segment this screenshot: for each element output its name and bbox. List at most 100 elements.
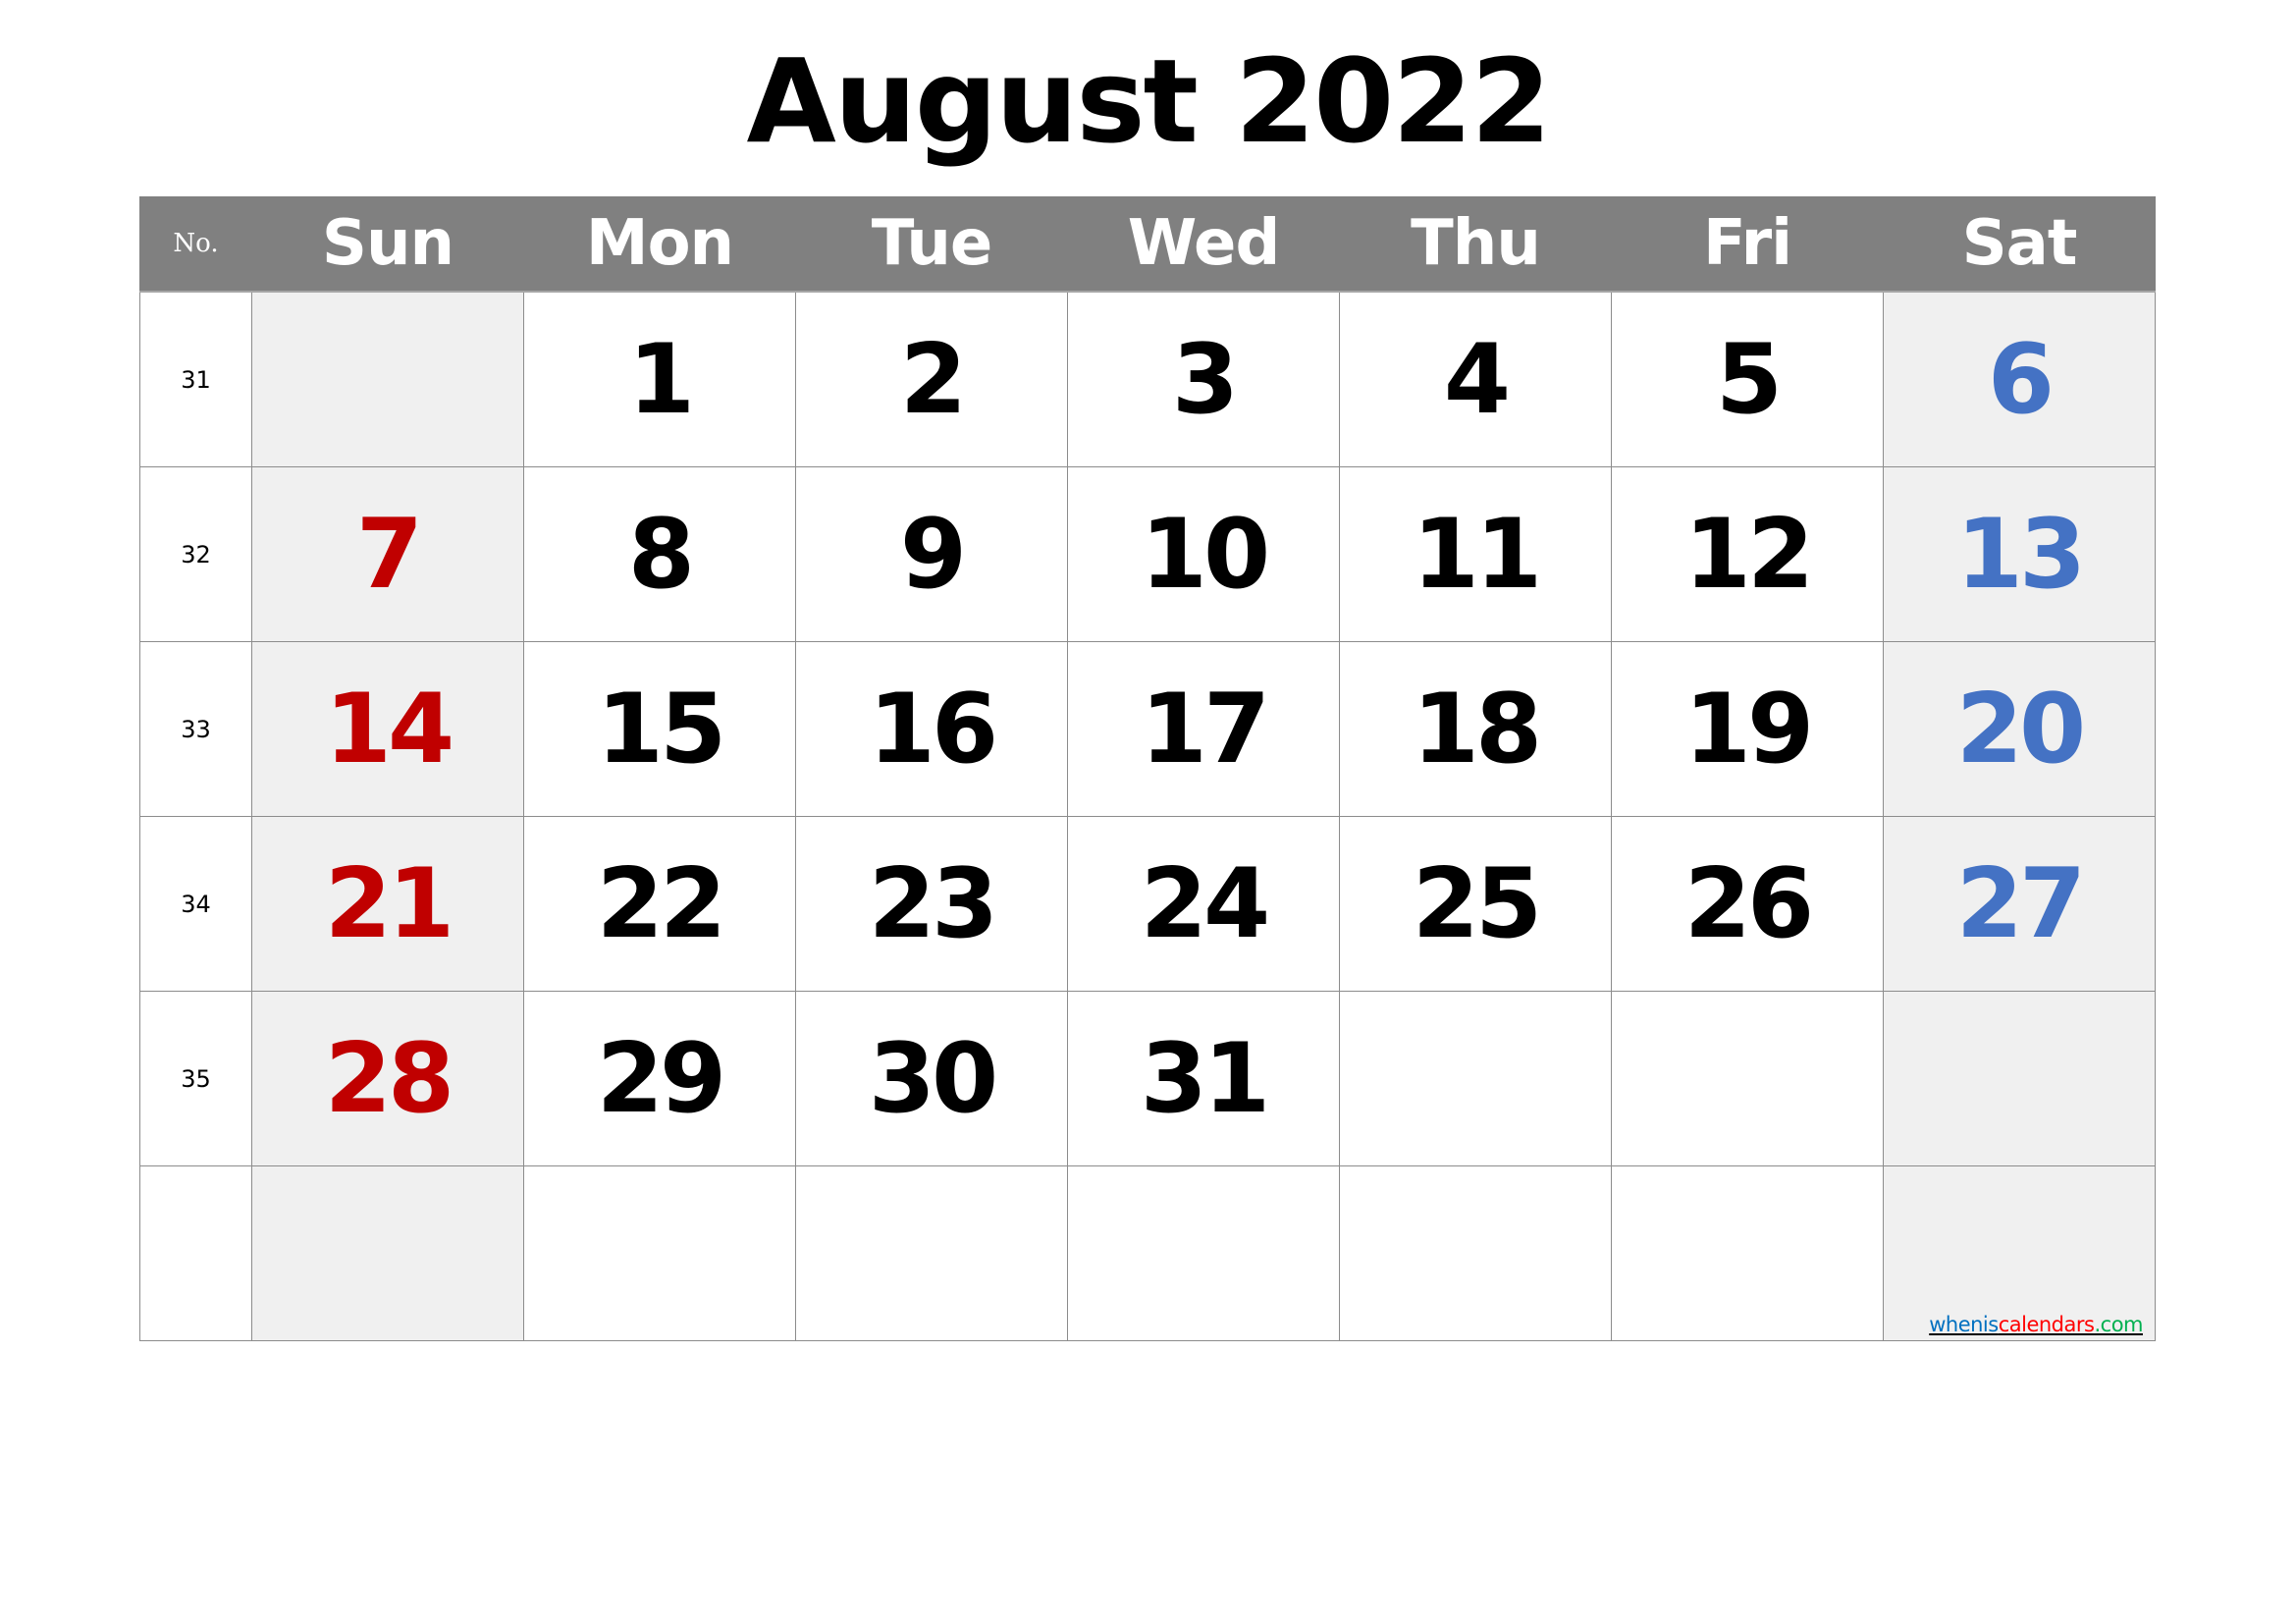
day-cell-sun[interactable]: 14: [251, 641, 524, 817]
day-cell-sun[interactable]: 21: [251, 816, 524, 992]
day-number: 6: [1987, 323, 2055, 436]
day-cell-content: 15: [524, 642, 795, 816]
day-number: 23: [868, 847, 998, 960]
day-cell-content: [1340, 992, 1611, 1165]
day-cell-content: 9: [796, 467, 1067, 641]
day-cell-sun[interactable]: 7: [251, 466, 524, 642]
day-number: 24: [1140, 847, 1270, 960]
day-cell-content: [1884, 992, 2155, 1165]
day-cell-content: [524, 1166, 795, 1340]
day-cell-content: [1068, 1166, 1339, 1340]
day-cell-content: 24: [1068, 817, 1339, 991]
day-number: 31: [1140, 1022, 1270, 1135]
day-cell-wed[interactable]: 17: [1067, 641, 1340, 817]
day-cell-content: [1612, 1166, 1883, 1340]
day-cell-tue[interactable]: 2: [795, 291, 1068, 467]
day-cell-sat[interactable]: wheniscalendars.com: [1883, 1165, 2156, 1341]
day-number: 17: [1140, 673, 1270, 785]
day-number: 19: [1683, 673, 1814, 785]
day-cell-wed[interactable]: 3: [1067, 291, 1340, 467]
day-cell-content: [252, 293, 523, 466]
day-cell-wed[interactable]: [1067, 1165, 1340, 1341]
week-row: 32 7 8 9 10 11 12 13: [139, 466, 2156, 642]
day-cell-mon[interactable]: [523, 1165, 796, 1341]
day-number: 30: [868, 1022, 998, 1135]
day-cell-fri[interactable]: 19: [1611, 641, 1884, 817]
day-cell-sun[interactable]: [251, 291, 524, 467]
day-cell-fri[interactable]: 12: [1611, 466, 1884, 642]
day-cell-sat[interactable]: 27: [1883, 816, 2156, 992]
day-cell-sun[interactable]: [251, 1165, 524, 1341]
day-cell-tue[interactable]: [795, 1165, 1068, 1341]
day-cell-content: 25: [1340, 817, 1611, 991]
day-cell-wed[interactable]: 10: [1067, 466, 1340, 642]
day-cell-content: 10: [1068, 467, 1339, 641]
day-cell-thu[interactable]: [1339, 991, 1612, 1166]
day-cell-content: 16: [796, 642, 1067, 816]
day-number: 16: [868, 673, 998, 785]
day-cell-content: 23: [796, 817, 1067, 991]
day-cell-content: 30: [796, 992, 1067, 1165]
day-cell-tue[interactable]: 23: [795, 816, 1068, 992]
day-cell-sun[interactable]: 28: [251, 991, 524, 1166]
day-cell-content: 17: [1068, 642, 1339, 816]
day-number: 3: [1171, 323, 1239, 436]
day-cell-sat[interactable]: [1883, 991, 2156, 1166]
day-cell-sat[interactable]: 20: [1883, 641, 2156, 817]
calendar-body: 31 1 2 3 4 5 6 32 7 8 9 10 11 12 13 33 14 15 16 17 18 19 20 34 2…: [139, 291, 2156, 1341]
day-number: 20: [1955, 673, 2086, 785]
day-number: 22: [596, 847, 726, 960]
week-row: wheniscalendars.com: [139, 1165, 2156, 1341]
day-cell-content: 2: [796, 293, 1067, 466]
day-cell-content: 21: [252, 817, 523, 991]
day-cell-content: 28: [252, 992, 523, 1165]
day-number: 21: [324, 847, 454, 960]
day-number: 10: [1140, 498, 1270, 611]
day-cell-sat[interactable]: 6: [1883, 291, 2156, 467]
day-cell-thu[interactable]: 4: [1339, 291, 1612, 467]
day-cell-content: 13: [1884, 467, 2155, 641]
day-number: 7: [355, 498, 423, 611]
day-cell-wed[interactable]: 31: [1067, 991, 1340, 1166]
day-cell-mon[interactable]: 22: [523, 816, 796, 992]
day-cell-thu[interactable]: 25: [1339, 816, 1612, 992]
weekday-header-mon: Mon: [523, 196, 796, 293]
day-cell-content: 20: [1884, 642, 2155, 816]
day-cell-content: 1: [524, 293, 795, 466]
week-number: 34: [139, 816, 252, 992]
week-row: 35 28 29 30 31: [139, 991, 2156, 1166]
day-cell-fri[interactable]: [1611, 1165, 1884, 1341]
day-number: 9: [899, 498, 967, 611]
week-number: 35: [139, 991, 252, 1166]
day-cell-content: 4: [1340, 293, 1611, 466]
day-cell-fri[interactable]: 5: [1611, 291, 1884, 467]
day-cell-mon[interactable]: 1: [523, 291, 796, 467]
day-number: 27: [1955, 847, 2086, 960]
day-cell-fri[interactable]: 26: [1611, 816, 1884, 992]
day-cell-thu[interactable]: 18: [1339, 641, 1612, 817]
day-number: 13: [1955, 498, 2086, 611]
day-cell-tue[interactable]: 9: [795, 466, 1068, 642]
day-cell-content: [1612, 992, 1883, 1165]
day-cell-wed[interactable]: 24: [1067, 816, 1340, 992]
day-cell-content: 7: [252, 467, 523, 641]
weekday-header-row: No. Sun Mon Tue Wed Thu Fri Sat: [139, 196, 2156, 293]
day-cell-tue[interactable]: 16: [795, 641, 1068, 817]
day-cell-content: 14: [252, 642, 523, 816]
weekday-header-sat: Sat: [1883, 196, 2156, 293]
day-number: 26: [1683, 847, 1814, 960]
day-cell-tue[interactable]: 30: [795, 991, 1068, 1166]
weekday-header-wed: Wed: [1067, 196, 1340, 293]
day-cell-mon[interactable]: 29: [523, 991, 796, 1166]
day-cell-thu[interactable]: [1339, 1165, 1612, 1341]
day-cell-sat[interactable]: 13: [1883, 466, 2156, 642]
weekday-header-sun: Sun: [251, 196, 524, 293]
watermark-link[interactable]: wheniscalendars.com: [1929, 1313, 2143, 1336]
day-cell-fri[interactable]: [1611, 991, 1884, 1166]
day-cell-mon[interactable]: 15: [523, 641, 796, 817]
week-number: 33: [139, 641, 252, 817]
week-number: 32: [139, 466, 252, 642]
day-cell-thu[interactable]: 11: [1339, 466, 1612, 642]
weekday-header-thu: Thu: [1339, 196, 1612, 293]
day-cell-mon[interactable]: 8: [523, 466, 796, 642]
